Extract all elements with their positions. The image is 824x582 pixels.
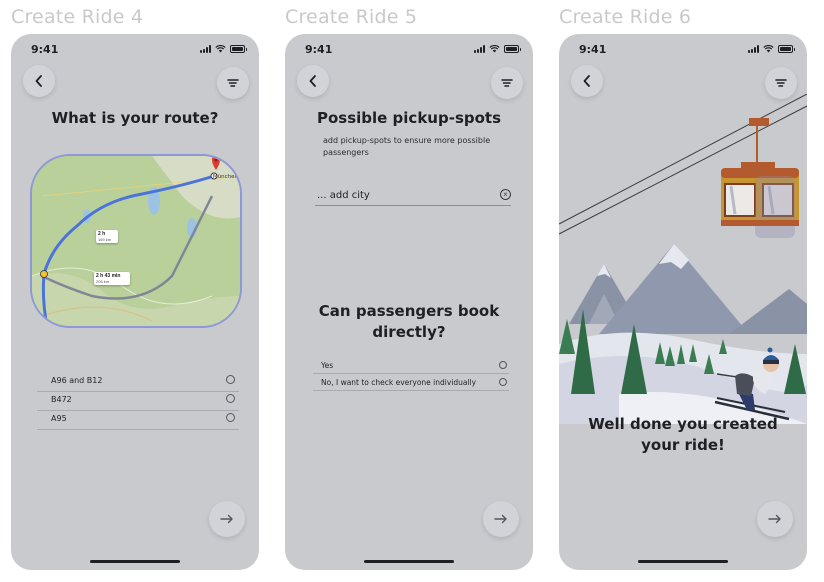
next-button[interactable] — [483, 501, 519, 537]
back-button[interactable] — [23, 65, 55, 97]
signal-icon — [748, 45, 759, 53]
map-canvas — [32, 156, 240, 326]
back-button[interactable] — [297, 65, 329, 97]
arrow-right-icon — [768, 514, 781, 524]
arrow-right-icon — [220, 514, 233, 524]
booking-option-label: Yes — [321, 361, 334, 370]
route-option-label: B472 — [51, 395, 72, 404]
frame-title-ride-4: Create Ride 4 — [11, 6, 144, 28]
city-input-placeholder: ... add city — [317, 190, 370, 201]
booking-option-label: No, I want to check everyone individuall… — [321, 378, 477, 387]
route-option[interactable]: B472 — [37, 392, 239, 411]
battery-icon — [504, 45, 521, 53]
status-icons — [474, 44, 521, 54]
chevron-left-icon — [583, 75, 590, 87]
route-option-label: A95 — [51, 414, 67, 423]
radio-button[interactable] — [226, 394, 235, 403]
home-indicator — [638, 560, 728, 563]
signal-icon — [474, 45, 485, 53]
radio-button[interactable] — [499, 361, 507, 369]
filter-button[interactable] — [491, 67, 523, 99]
frame-title-ride-5: Create Ride 5 — [285, 6, 418, 28]
status-time: 9:41 — [305, 43, 333, 56]
status-time: 9:41 — [579, 43, 607, 56]
route-badge-2[interactable]: 2 h 43 min 205 km — [94, 272, 130, 285]
pickup-subtext: add pickup-spots to ensure more possible… — [323, 136, 491, 157]
frame-title-ride-6: Create Ride 6 — [559, 6, 692, 28]
route-map[interactable]: München 2 h 169 km 2 h 43 min 205 km — [30, 154, 242, 328]
next-button[interactable] — [209, 501, 245, 537]
booking-option[interactable]: No, I want to check everyone individuall… — [313, 376, 509, 391]
page-title: Possible pickup-spots — [316, 109, 502, 127]
phone-screen-ride-4: 9:41 What is your route? München 2 h 169… — [11, 34, 259, 570]
route-option[interactable]: A96 and B12 — [37, 373, 239, 392]
wifi-icon — [215, 45, 226, 53]
radio-button[interactable] — [226, 413, 235, 422]
next-button[interactable] — [757, 501, 793, 537]
radio-button[interactable] — [226, 375, 235, 384]
status-time: 9:41 — [31, 43, 59, 56]
route-badge-distance: 205 km — [96, 279, 110, 284]
wifi-icon — [489, 45, 500, 53]
signal-icon — [200, 45, 211, 53]
chevron-left-icon — [35, 75, 42, 87]
filter-icon — [227, 79, 239, 87]
phone-screen-ride-5: 9:41 Possible pickup-spots add pickup-sp… — [285, 34, 533, 570]
route-option[interactable]: A95 — [37, 411, 239, 430]
back-button[interactable] — [571, 65, 603, 97]
battery-icon — [230, 45, 247, 53]
route-option-label: A96 and B12 — [51, 376, 103, 385]
chevron-left-icon — [309, 75, 316, 87]
filter-button[interactable] — [217, 67, 249, 99]
map-city-label: München — [212, 174, 238, 180]
route-badge-distance: 169 km — [98, 237, 112, 242]
home-indicator — [364, 560, 454, 563]
battery-icon — [778, 45, 795, 53]
booking-question: Can passengers book directly? — [318, 302, 500, 341]
filter-icon — [775, 79, 787, 87]
filter-icon — [501, 79, 513, 87]
clear-circle-icon[interactable]: × — [500, 189, 511, 200]
radio-button[interactable] — [499, 378, 507, 386]
arrow-right-icon — [494, 514, 507, 524]
wifi-icon — [763, 45, 774, 53]
filter-button[interactable] — [765, 67, 797, 99]
page-title: What is your route? — [51, 109, 219, 127]
booking-option[interactable]: Yes — [313, 359, 509, 374]
route-badge-1[interactable]: 2 h 169 km — [96, 230, 118, 243]
status-icons — [200, 44, 247, 54]
status-icons — [748, 44, 795, 54]
ski-illustration — [559, 94, 807, 424]
success-message: Well done you created your ride! — [588, 415, 778, 454]
city-input[interactable]: ... add city × — [315, 188, 511, 206]
phone-screen-ride-6: 9:41 Well done you created your ride! — [559, 34, 807, 570]
home-indicator — [90, 560, 180, 563]
